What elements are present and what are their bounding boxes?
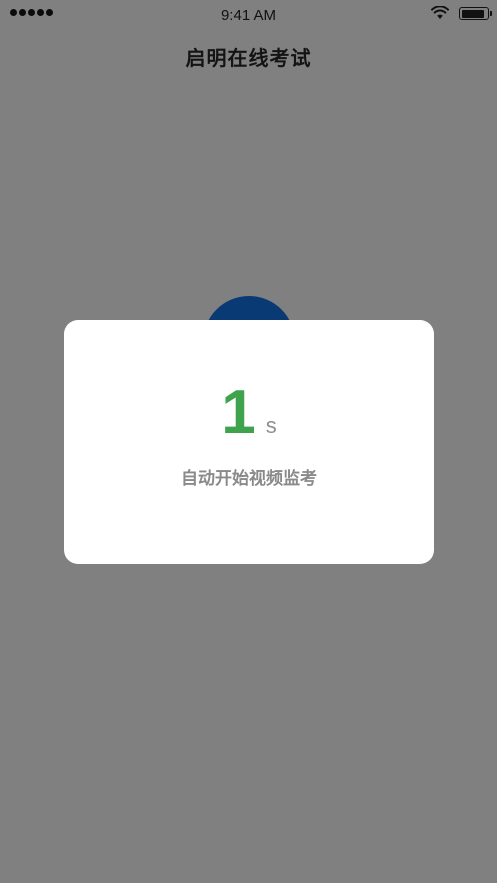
status-bar: 9:41 AM (0, 0, 497, 32)
countdown: 1s (64, 382, 434, 444)
countdown-dialog: 1s 自动开始视频监考 (64, 320, 434, 564)
wifi-icon (431, 6, 449, 19)
countdown-unit: s (265, 413, 277, 438)
status-time: 9:41 AM (220, 7, 277, 24)
battery-icon (459, 7, 492, 20)
countdown-number: 1 (221, 378, 256, 447)
page-title: 启明在线考试 (185, 46, 312, 70)
dialog-message: 自动开始视频监考 (181, 469, 317, 489)
